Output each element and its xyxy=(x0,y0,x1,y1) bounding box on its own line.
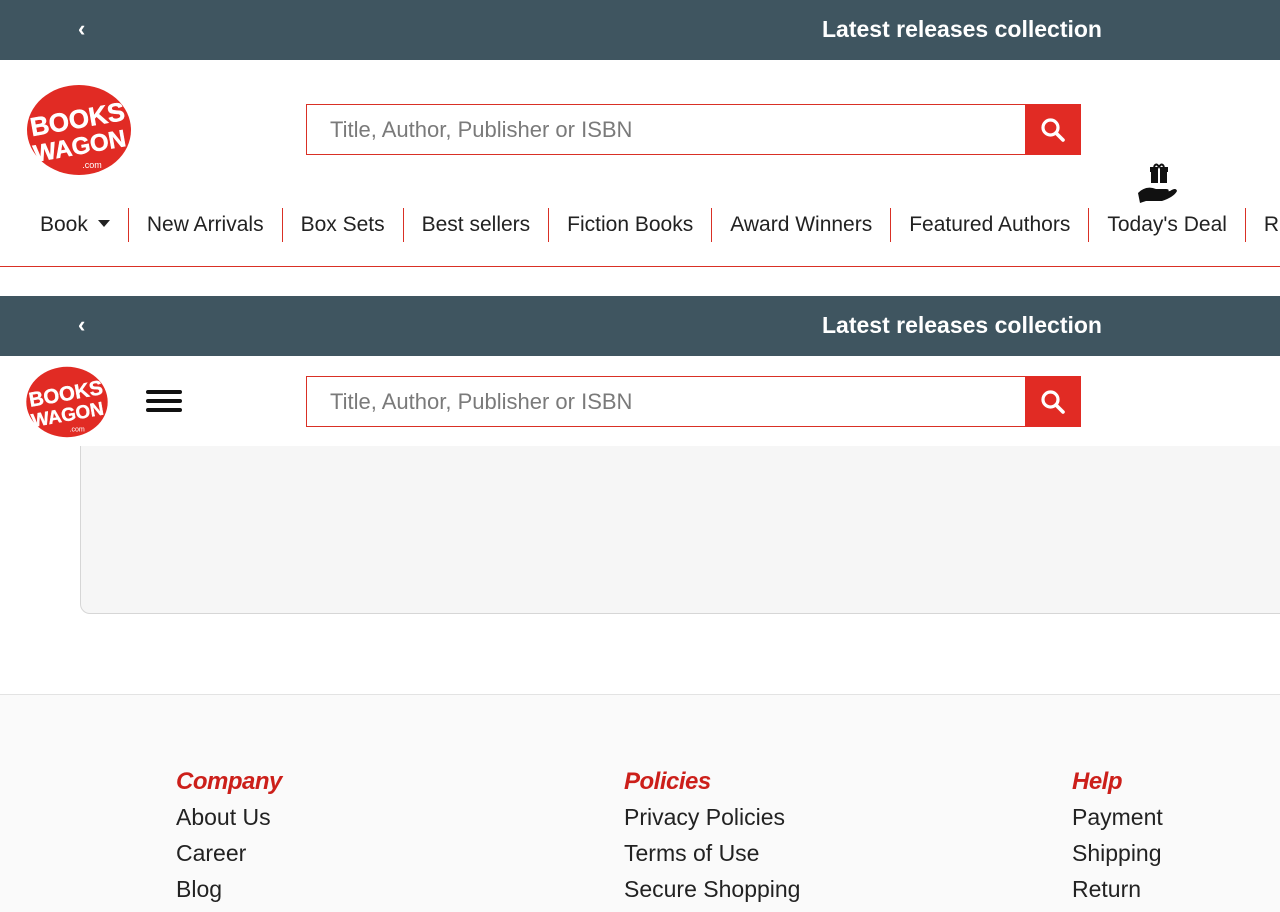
search-input[interactable] xyxy=(307,105,1025,154)
search-button[interactable] xyxy=(1025,376,1081,427)
promo-bar: ‹ Latest releases collection xyxy=(0,0,1280,60)
main-nav: Book New Arrivals Box Sets Best sellers … xyxy=(0,205,1280,245)
search-input[interactable] xyxy=(307,377,1025,426)
footer-heading-company: Company xyxy=(176,768,282,795)
nav-item-truncated[interactable]: Re xyxy=(1246,208,1280,242)
sticky-promo-bar: ‹ Latest releases collection xyxy=(0,296,1280,356)
nav-item-new-arrivals[interactable]: New Arrivals xyxy=(129,208,283,242)
menu-bar xyxy=(146,408,182,412)
footer-link-shipping[interactable]: Shipping xyxy=(1072,835,1163,871)
logo-suffix: .com xyxy=(70,427,85,434)
nav-divider xyxy=(0,266,1280,267)
nav-item-todays-deal[interactable]: Today's Deal xyxy=(1089,208,1246,242)
footer-link-career[interactable]: Career xyxy=(176,835,282,871)
footer-link-about-us[interactable]: About Us xyxy=(176,799,282,835)
brand-logo[interactable]: BOOKS WAGON .com xyxy=(26,84,132,176)
search-icon xyxy=(1041,117,1065,142)
promo-text[interactable]: Latest releases collection xyxy=(822,16,1102,42)
nav-item-fiction-books[interactable]: Fiction Books xyxy=(549,208,713,242)
footer-link-return[interactable]: Return xyxy=(1072,871,1163,907)
logo-suffix: .com xyxy=(82,160,102,170)
menu-bar xyxy=(146,399,182,403)
promo-text[interactable]: Latest releases collection xyxy=(822,312,1102,338)
search-icon xyxy=(1041,389,1065,414)
nav-item-box-sets[interactable]: Box Sets xyxy=(283,208,404,242)
search-button[interactable] xyxy=(1025,104,1081,155)
sticky-search-bar xyxy=(306,376,1081,427)
sticky-brand-logo[interactable]: BOOKS WAGON .com xyxy=(24,366,110,438)
site-footer: Company About Us Career Blog Policies Pr… xyxy=(0,694,1280,912)
nav-item-featured-authors[interactable]: Featured Authors xyxy=(891,208,1090,242)
footer-link-blog[interactable]: Blog xyxy=(176,871,282,907)
footer-heading-help: Help xyxy=(1072,768,1123,795)
content-panel xyxy=(80,446,1280,614)
promo-prev-arrow[interactable]: ‹ xyxy=(78,18,85,40)
promo-prev-arrow[interactable]: ‹ xyxy=(78,314,85,336)
nav-item-label: Book xyxy=(40,213,88,236)
caret-down-icon xyxy=(97,219,110,227)
footer-column-help: Help Payment Shipping Return xyxy=(1072,767,1163,907)
footer-heading-policies: Policies xyxy=(624,768,711,795)
footer-link-terms-of-use[interactable]: Terms of Use xyxy=(624,835,800,871)
footer-link-privacy-policies[interactable]: Privacy Policies xyxy=(624,799,800,835)
nav-item-best-sellers[interactable]: Best sellers xyxy=(404,208,550,242)
menu-bar xyxy=(146,390,182,394)
menu-icon[interactable] xyxy=(146,390,182,414)
gift-hand-icon xyxy=(1136,163,1178,210)
footer-link-payment[interactable]: Payment xyxy=(1072,799,1163,835)
nav-item-book[interactable]: Book xyxy=(0,208,129,242)
footer-column-company: Company About Us Career Blog xyxy=(176,767,282,907)
footer-column-policies: Policies Privacy Policies Terms of Use S… xyxy=(624,767,800,907)
search-bar xyxy=(306,104,1081,155)
nav-item-award-winners[interactable]: Award Winners xyxy=(712,208,892,242)
footer-link-secure-shopping[interactable]: Secure Shopping xyxy=(624,871,800,907)
